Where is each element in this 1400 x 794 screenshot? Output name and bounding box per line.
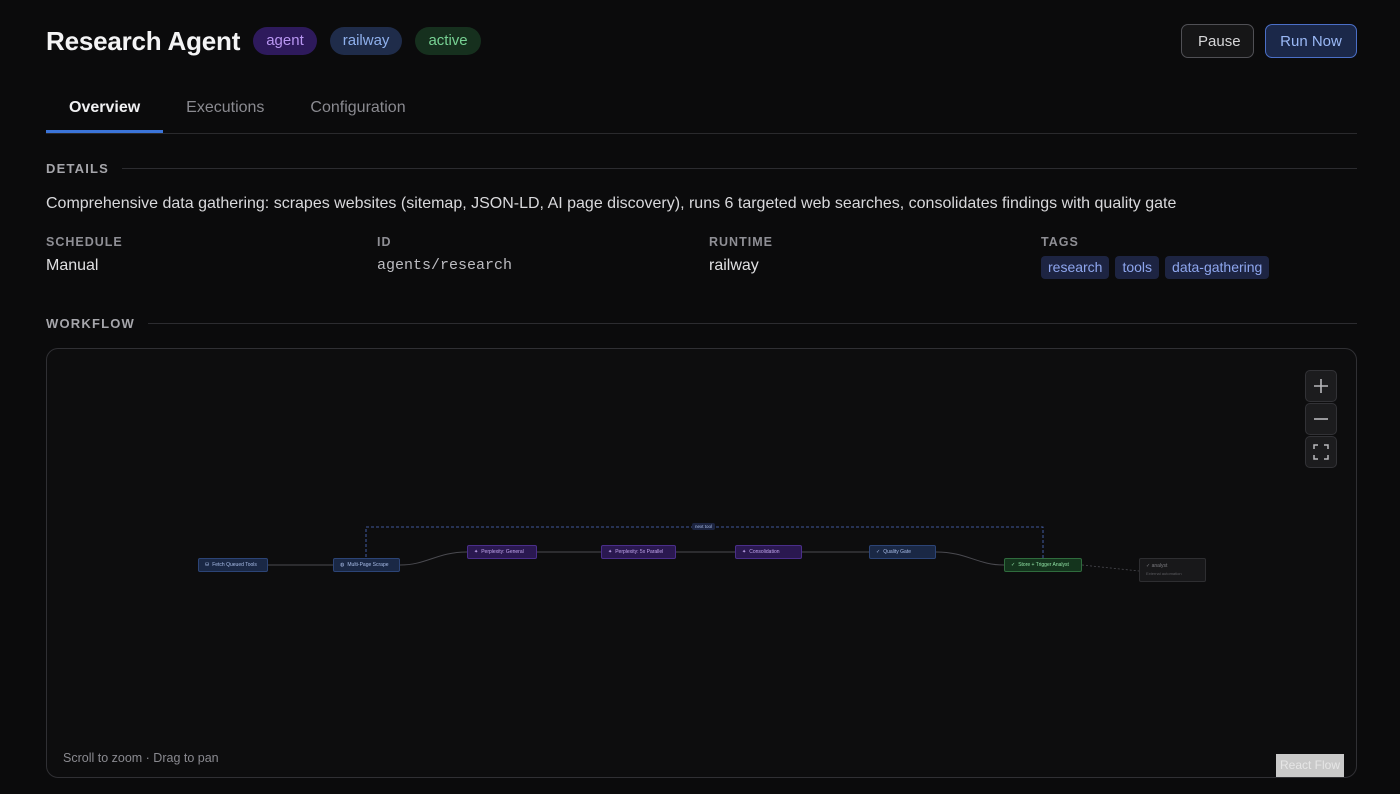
status-badge: active: [415, 27, 481, 55]
id-value: agents/research: [377, 257, 513, 274]
node-label: Fetch Queued Tools: [212, 562, 257, 568]
node-sublabel: External automation: [1146, 571, 1182, 576]
database-icon: ⛁: [205, 562, 210, 568]
globe-icon: ◍: [340, 562, 345, 568]
edge-label-next-tool: next tool: [692, 523, 716, 530]
tag-chip[interactable]: research: [1041, 256, 1110, 279]
run-now-button[interactable]: Run Now: [1265, 24, 1357, 58]
workflow-canvas[interactable]: next tool ⛁ Fetch Queued Tools ◍ Multi-Pag…: [46, 348, 1357, 778]
runtime-field: RUNTIME railway: [709, 233, 773, 275]
node-label: Multi-Page Scrape: [347, 562, 389, 568]
runtime-value: railway: [709, 257, 759, 274]
runtime-label: RUNTIME: [709, 235, 773, 249]
node-label: Quality Gate: [883, 549, 911, 555]
node-perplexity-parallel[interactable]: ✦ Perplexity: 5x Parallel: [601, 545, 676, 559]
page-title: Research Agent: [46, 25, 241, 56]
node-analyst-external[interactable]: ✓ analyst External automation: [1139, 558, 1206, 582]
node-label: Perplexity: General: [481, 549, 524, 555]
canvas-hint: Scroll to zoom · Drag to pan: [63, 751, 219, 765]
tab-configuration[interactable]: Configuration: [287, 88, 428, 132]
workflow-edge: [1081, 564, 1140, 572]
tags-field: TAGS research tools data-gathering: [1041, 233, 1270, 279]
node-multi-page-scrape[interactable]: ◍ Multi-Page Scrape: [333, 558, 400, 572]
details-label: DETAILS: [46, 161, 110, 176]
check-icon: ✓: [876, 549, 881, 555]
page-header: Research Agent agent railway active Paus…: [46, 24, 1357, 58]
header-actions: Pause Run Now: [1181, 24, 1357, 58]
minus-icon: [1314, 418, 1328, 420]
id-label: ID: [377, 235, 392, 249]
workflow-edge: [399, 551, 468, 566]
schedule-label: SCHEDULE: [46, 235, 123, 249]
node-label: Store + Trigger Analyst: [1018, 562, 1069, 568]
zoom-out-button[interactable]: [1305, 403, 1337, 435]
pause-button[interactable]: Pause: [1181, 24, 1254, 58]
details-section-header: DETAILS: [46, 161, 1357, 176]
node-consolidation[interactable]: ✦ Consolidation: [735, 545, 802, 559]
node-store-trigger-analyst[interactable]: ✓ Store + Trigger Analyst: [1004, 558, 1082, 572]
workflow-label: WORKFLOW: [46, 316, 136, 331]
node-quality-gate[interactable]: ✓ Quality Gate: [869, 545, 936, 559]
node-fetch-queued-tools[interactable]: ⛁ Fetch Queued Tools: [198, 558, 268, 572]
node-label: Perplexity: 5x Parallel: [615, 549, 664, 555]
section-divider: [122, 168, 1357, 169]
sparkle-icon: ✦: [742, 549, 747, 555]
sparkle-icon: ✦: [474, 549, 479, 555]
schedule-field: SCHEDULE Manual: [46, 233, 123, 275]
react-flow-attribution[interactable]: React Flow: [1276, 754, 1344, 777]
tab-bar: Overview Executions Configuration: [46, 88, 1357, 134]
fullscreen-icon: [1313, 444, 1329, 460]
workflow-edge: [935, 551, 1005, 566]
tab-overview[interactable]: Overview: [46, 88, 164, 133]
badge-agent: agent: [253, 27, 317, 55]
sparkle-icon: ✦: [608, 549, 613, 555]
zoom-in-button[interactable]: [1305, 370, 1337, 402]
badge-railway: railway: [329, 27, 403, 55]
check-icon: ✓: [1011, 562, 1016, 568]
plus-icon: [1314, 379, 1328, 393]
node-label: Consolidation: [749, 549, 780, 555]
schedule-value: Manual: [46, 257, 99, 274]
id-field: ID agents/research: [377, 233, 512, 274]
node-perplexity-general[interactable]: ✦ Perplexity: General: [467, 545, 537, 559]
tag-chip[interactable]: data-gathering: [1165, 256, 1270, 279]
workflow-section-header: WORKFLOW: [46, 316, 1357, 331]
fit-view-button[interactable]: [1305, 436, 1337, 468]
details-meta: SCHEDULE Manual ID agents/research RUNTI…: [46, 233, 1357, 283]
tag-chip[interactable]: tools: [1115, 256, 1160, 279]
node-label: analyst: [1151, 563, 1168, 569]
agent-description: Comprehensive data gathering: scrapes we…: [46, 195, 1177, 212]
tags-label: TAGS: [1041, 235, 1079, 249]
section-divider: [148, 323, 1357, 324]
tag-list: research tools data-gathering: [1041, 256, 1270, 279]
tab-executions[interactable]: Executions: [163, 88, 287, 132]
